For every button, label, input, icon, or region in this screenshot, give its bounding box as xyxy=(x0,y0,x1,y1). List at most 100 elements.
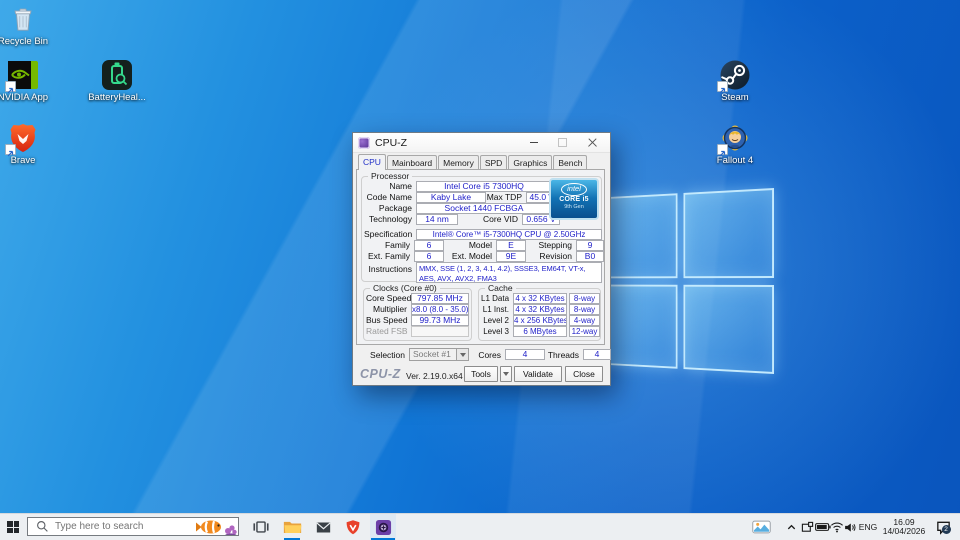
cpuz-taskbar-icon xyxy=(375,519,392,536)
tab-spd[interactable]: SPD xyxy=(480,155,507,169)
ext-family-field: 6 xyxy=(414,251,444,262)
maximize-icon xyxy=(558,138,567,147)
cpuz-titlebar[interactable]: CPU-Z xyxy=(353,133,610,153)
windows-start-icon xyxy=(7,521,19,533)
cpuz-tab-bar: CPUMainboardMemorySPDGraphicsBenchAbout xyxy=(353,154,610,170)
cpuz-taskbar-button[interactable] xyxy=(370,514,396,540)
specification-label: Specification xyxy=(364,229,416,239)
desktop-icon-fallout-4[interactable]: Fallout 4 xyxy=(700,122,770,166)
package-label: Package xyxy=(364,203,416,213)
selection-row: Selection Socket #1 Cores 4 Threads 4 xyxy=(353,348,610,361)
ext-model-field: 9E xyxy=(496,251,526,262)
notification-badge: 2 xyxy=(942,525,951,534)
maximize-button[interactable] xyxy=(549,133,575,152)
tab-graphics[interactable]: Graphics xyxy=(508,155,552,169)
date-text: 14/04/2026 xyxy=(883,527,926,536)
news-and-interests-button[interactable] xyxy=(750,514,772,540)
minimize-button[interactable] xyxy=(521,133,547,152)
family-field: 6 xyxy=(414,240,444,251)
max-tdp-label: Max TDP xyxy=(486,192,526,202)
shortcut-arrow-icon xyxy=(5,81,16,92)
level-3-way-field: 12-way xyxy=(569,326,600,337)
file-explorer-button[interactable] xyxy=(279,514,305,540)
tab-bench[interactable]: Bench xyxy=(553,155,587,169)
core-vid-label: Core VID xyxy=(458,214,522,224)
search-highlight-fish-image[interactable] xyxy=(195,518,237,536)
battery-tray-button[interactable] xyxy=(815,514,831,540)
ext-family-label: Ext. Family xyxy=(364,251,414,261)
clocks-group: Clocks (Core #0) Core Speed 797.85 MHz M… xyxy=(363,288,472,341)
nvidia-app-icon xyxy=(7,59,39,91)
task-view-icon xyxy=(252,518,270,536)
level-2-label: Level 2 xyxy=(481,316,513,325)
desktop-icon-brave[interactable]: Brave xyxy=(0,122,58,166)
windows-logo-pane xyxy=(683,188,774,278)
technology-label: Technology xyxy=(364,214,416,224)
mail-icon xyxy=(315,520,332,535)
model-label: Model xyxy=(444,240,496,250)
l1-data-way-field: 8-way xyxy=(569,293,600,304)
tab-mainboard[interactable]: Mainboard xyxy=(387,155,437,169)
desktop[interactable]: Recycle Bin NVIDIA App BatteryHeal... Br… xyxy=(0,0,960,540)
desktop-icon-battery-heal[interactable]: BatteryHeal... xyxy=(82,59,152,103)
revision-field: B0 xyxy=(576,251,604,262)
tab-cpu[interactable]: CPU xyxy=(358,154,386,170)
package-field: Socket 1440 FCBGA xyxy=(416,203,552,214)
name-field: Intel Core i5 7300HQ xyxy=(416,181,552,192)
cpu-tab-page: Processor intel CORE i5 9th Gen Name Int… xyxy=(356,169,605,345)
bus-speed-label: Bus Speed xyxy=(366,315,411,325)
desktop-icon-steam[interactable]: Steam xyxy=(700,59,770,103)
brave-icon xyxy=(7,122,39,154)
chevron-down-icon xyxy=(456,349,468,360)
windows-logo-pane xyxy=(683,284,774,374)
level-2-way-field: 4-way xyxy=(569,315,600,326)
tab-memory[interactable]: Memory xyxy=(438,155,479,169)
desktop-icon-recycle-bin[interactable]: Recycle Bin xyxy=(0,3,58,47)
start-button[interactable] xyxy=(0,514,26,540)
search-icon xyxy=(36,520,49,533)
clocks-group-label: Clocks (Core #0) xyxy=(370,284,440,293)
desktop-icon-label: BatteryHeal... xyxy=(82,93,152,103)
tools-dropdown-button[interactable] xyxy=(500,366,512,382)
task-view-button[interactable] xyxy=(248,514,274,540)
hidden-icons-chevron[interactable] xyxy=(784,514,799,540)
chevron-up-icon xyxy=(786,522,797,533)
close-button-bottom[interactable]: Close xyxy=(565,366,603,382)
cache-group-label: Cache xyxy=(485,284,516,293)
cpuz-bottom-bar: CPU-Z Ver. 2.19.0.x64 Tools Validate Clo… xyxy=(353,366,610,384)
window-title: CPU-Z xyxy=(375,137,407,149)
rated-fsb-field xyxy=(411,326,469,337)
validate-button[interactable]: Validate xyxy=(514,366,562,382)
cache-group: Cache L1 Data 4 x 32 KBytes 8-way L1 Ins… xyxy=(478,288,601,341)
volume-tray-button[interactable] xyxy=(842,514,857,540)
search-input[interactable] xyxy=(55,521,195,532)
taskbar-search-box[interactable] xyxy=(27,517,239,536)
language-indicator[interactable]: ENG xyxy=(856,514,880,540)
core-speed-label: Core Speed xyxy=(366,293,411,303)
cpuz-app-icon xyxy=(358,137,370,149)
tray-window-button[interactable] xyxy=(800,514,815,540)
family-label: Family xyxy=(364,240,414,250)
socket-selector[interactable]: Socket #1 xyxy=(409,348,469,361)
instructions-label: Instructions xyxy=(364,264,416,274)
version-text: Ver. 2.19.0.x64 xyxy=(406,371,463,381)
speaker-icon xyxy=(843,521,857,534)
l1-data-size-field: 4 x 32 KBytes xyxy=(513,293,567,304)
ext-model-label: Ext. Model xyxy=(444,251,496,261)
l1-inst-label: L1 Inst. xyxy=(481,305,513,314)
clock[interactable]: 16.09 14/04/2026 xyxy=(880,514,928,540)
desktop-icon-nvidia-app[interactable]: NVIDIA App xyxy=(0,59,58,103)
mail-button[interactable] xyxy=(310,514,336,540)
security-shield-button[interactable] xyxy=(340,514,366,540)
technology-field: 14 nm xyxy=(416,214,458,225)
multiplier-field: x8.0 (8.0 - 35.0) xyxy=(411,304,469,315)
processor-group: Processor intel CORE i5 9th Gen Name Int… xyxy=(361,176,602,282)
action-center-button[interactable]: 2 xyxy=(930,514,956,540)
level-3-label: Level 3 xyxy=(481,327,513,336)
bus-speed-field: 99.73 MHz xyxy=(411,315,469,326)
tools-button[interactable]: Tools xyxy=(464,366,498,382)
selection-label: Selection xyxy=(367,350,409,360)
close-button[interactable] xyxy=(579,133,605,152)
file-explorer-icon xyxy=(283,519,302,535)
threads-label: Threads xyxy=(545,350,583,360)
